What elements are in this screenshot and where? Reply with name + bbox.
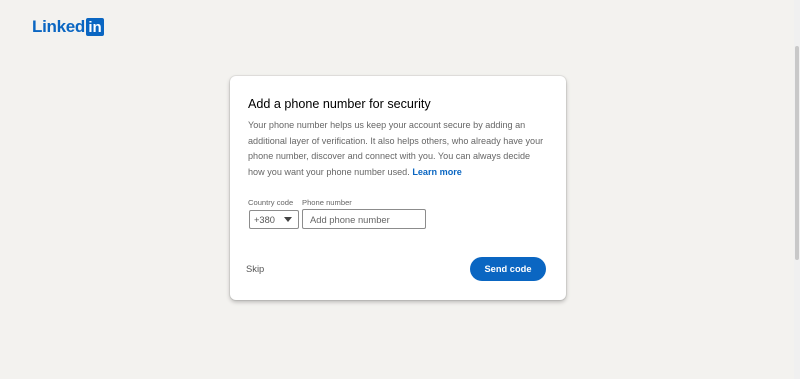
logo-box: in	[86, 18, 104, 36]
dialog-title: Add a phone number for security	[248, 97, 431, 111]
send-code-button[interactable]: Send code	[470, 257, 546, 281]
phone-number-label: Phone number	[302, 198, 352, 207]
learn-more-link[interactable]: Learn more	[412, 167, 462, 177]
dialog-description: Your phone number helps us keep your acc…	[248, 118, 548, 180]
skip-button[interactable]: Skip	[246, 263, 264, 274]
chevron-down-icon	[284, 217, 292, 222]
country-code-value: +380	[254, 214, 275, 225]
phone-dialog: Add a phone number for security Your pho…	[230, 76, 566, 300]
page: Linked in Add a phone number for securit…	[0, 0, 800, 379]
scrollbar-thumb[interactable]	[795, 46, 799, 260]
country-code-label: Country code	[248, 198, 294, 207]
linkedin-logo[interactable]: Linked in	[32, 17, 104, 37]
phone-number-input[interactable]	[302, 209, 426, 229]
logo-text: Linked	[32, 17, 85, 36]
scrollbar[interactable]	[794, 0, 800, 379]
description-text: Your phone number helps us keep your acc…	[248, 120, 544, 177]
country-code-select[interactable]: +380	[249, 210, 299, 229]
